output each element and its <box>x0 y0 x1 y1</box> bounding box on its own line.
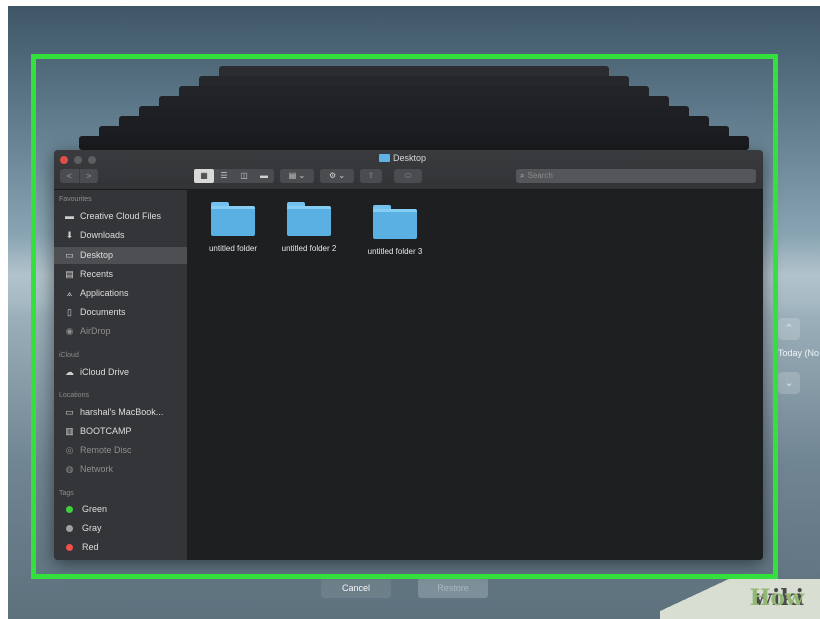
timeline-up-button[interactable]: ⌃ <box>778 318 800 340</box>
wikihow-logo-how: How <box>749 585 804 611</box>
restore-button[interactable]: Restore <box>418 578 488 598</box>
cancel-button[interactable]: Cancel <box>321 578 391 598</box>
chevron-down-icon: ⌄ <box>784 377 794 389</box>
timeline-down-button[interactable]: ⌄ <box>778 372 800 394</box>
wikihow-watermark: wiki How <box>660 579 820 619</box>
timeline-today-label: Today (No <box>778 348 820 358</box>
chevron-up-icon: ⌃ <box>784 323 794 335</box>
highlight-frame <box>31 54 778 579</box>
